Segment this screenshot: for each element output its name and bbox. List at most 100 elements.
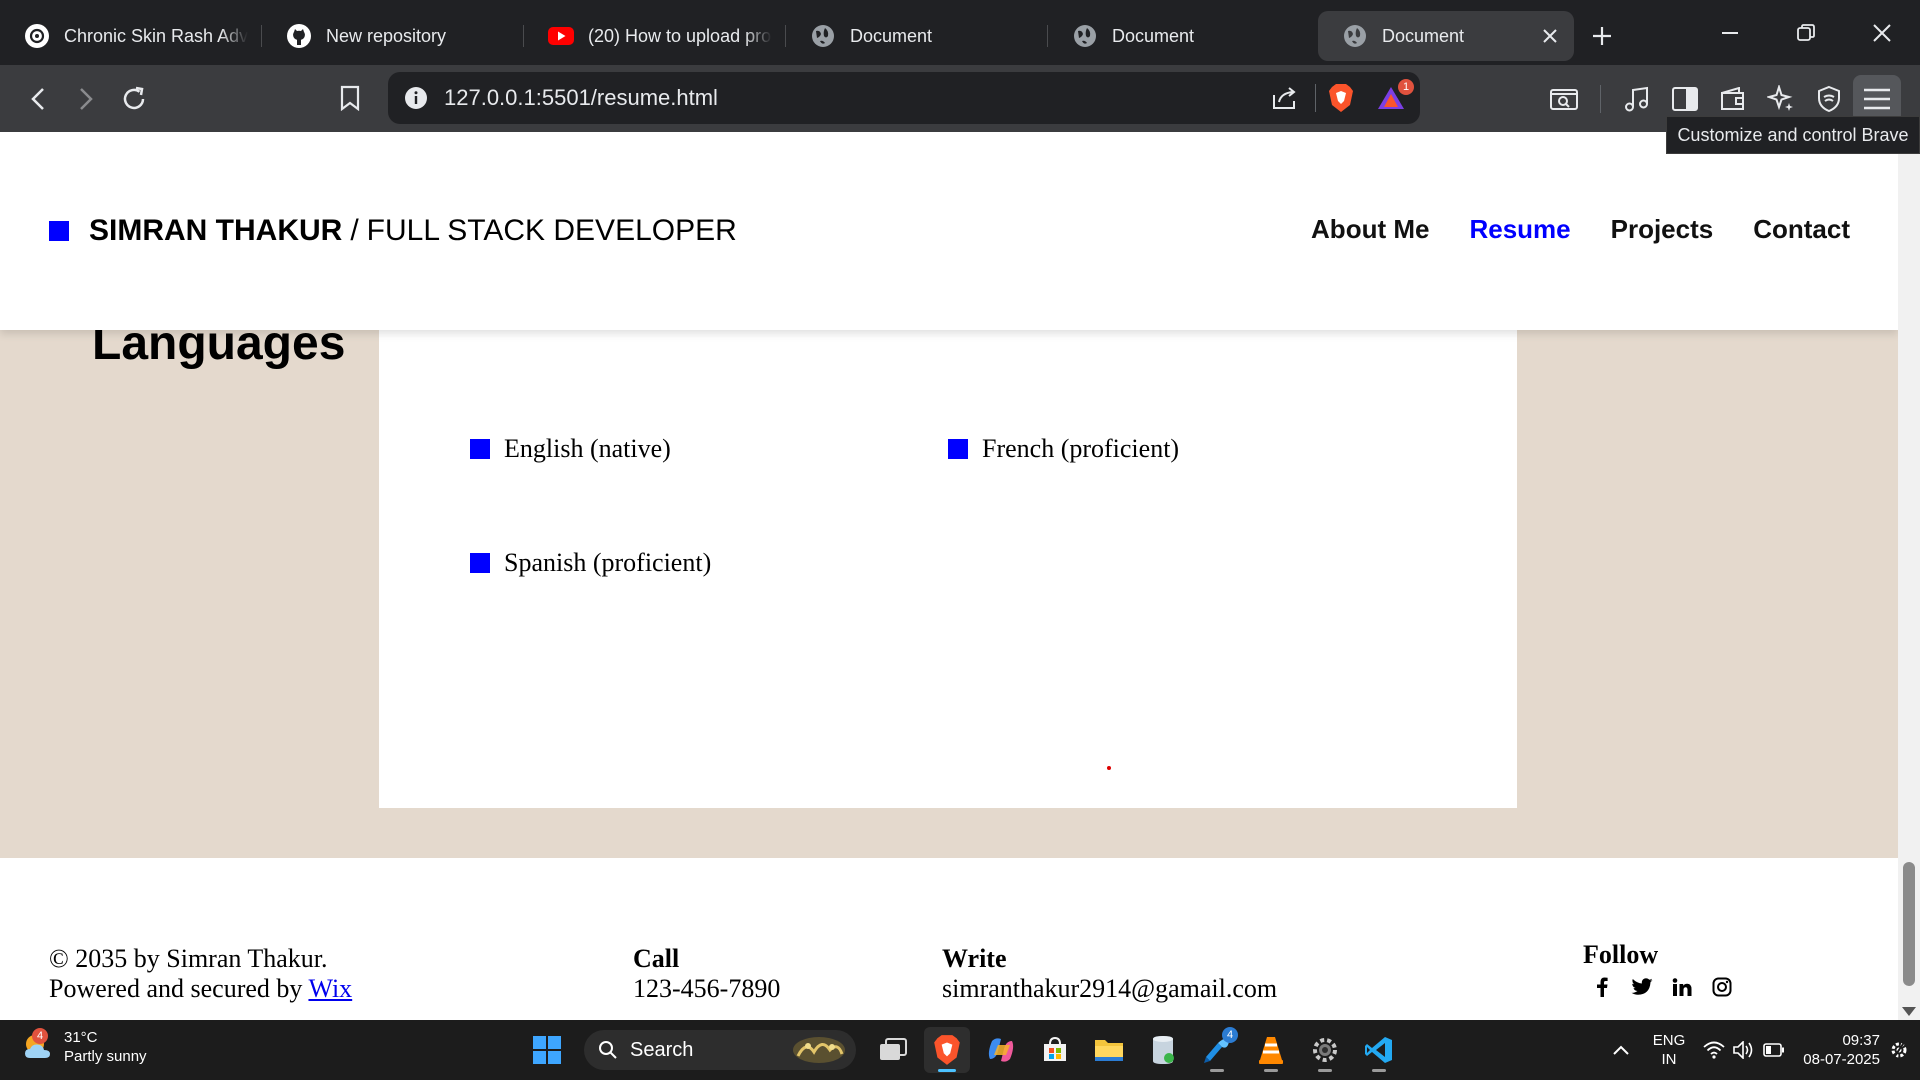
running-indicator	[1264, 1069, 1278, 1072]
tab-title: (20) How to upload pro	[588, 25, 772, 46]
page-scrollbar[interactable]	[1898, 132, 1920, 1020]
new-tab-button[interactable]	[1574, 11, 1630, 61]
address-bar-actions: 1	[1271, 72, 1420, 124]
volume-icon[interactable]	[1733, 1041, 1755, 1059]
tab-document-2[interactable]: Document	[1048, 11, 1310, 61]
brand-square	[49, 221, 69, 241]
media-music-icon[interactable]	[1613, 75, 1661, 123]
wifi-icon[interactable]	[1703, 1041, 1725, 1059]
close-tab-icon[interactable]	[1540, 26, 1560, 46]
forward-button[interactable]	[62, 75, 110, 123]
powered-by-text: Powered and secured by	[49, 974, 303, 1003]
running-indicator	[1210, 1069, 1224, 1072]
clock-date: 08-07-2025	[1803, 1051, 1880, 1068]
tab-new-repository[interactable]: New repository	[262, 11, 524, 61]
storage-app-icon[interactable]	[1140, 1027, 1186, 1073]
scrollbar-thumb[interactable]	[1903, 862, 1915, 986]
bookmark-icon[interactable]	[326, 74, 374, 122]
brave-shields-icon[interactable]	[1328, 83, 1354, 113]
bullet-square	[948, 439, 968, 459]
scroll-down-arrow-icon[interactable]	[1902, 1007, 1916, 1016]
windows-taskbar: 4 31°C Partly sunny Search 4 ENG IN 09:3…	[0, 1020, 1920, 1080]
minimize-button[interactable]	[1692, 0, 1768, 65]
browser-toolbar: 127.0.0.1:5501/resume.html 1	[0, 65, 1920, 132]
tab-title: Document	[1382, 25, 1465, 46]
taskbar-search[interactable]: Search	[584, 1030, 856, 1070]
file-explorer-icon[interactable]	[1086, 1027, 1132, 1073]
page-viewport: Languages English (native) French (profi…	[0, 132, 1898, 1020]
task-view-icon[interactable]	[870, 1027, 916, 1073]
tab-document-active[interactable]: Document	[1318, 11, 1574, 61]
powered-by-line: Powered and secured by Wix	[49, 974, 352, 1004]
site-info-icon[interactable]	[404, 86, 428, 110]
restore-button[interactable]	[1768, 0, 1844, 65]
address-bar[interactable]: 127.0.0.1:5501/resume.html 1	[388, 72, 1420, 124]
site-brand[interactable]: SIMRAN THAKUR / FULL STACK DEVELOPER	[49, 214, 737, 248]
bullet-square	[470, 553, 490, 573]
tab-youtube[interactable]: (20) How to upload pro	[524, 11, 786, 61]
reload-button[interactable]	[110, 75, 158, 123]
write-heading: Write	[942, 944, 1007, 973]
language-label: French (proficient)	[982, 434, 1180, 463]
taskbar-apps: Search 4	[524, 1026, 1402, 1074]
language-label: Spanish (proficient)	[504, 548, 712, 577]
rewards-badge: 1	[1398, 79, 1414, 95]
vlc-icon[interactable]	[1248, 1027, 1294, 1073]
share-icon[interactable]	[1271, 85, 1299, 111]
social-links	[1591, 976, 1733, 998]
brand-separator: /	[350, 214, 359, 247]
tab-chronic-skin-rash[interactable]: Chronic Skin Rash Advi	[0, 11, 262, 61]
clock[interactable]: 09:37 08-07-2025	[1803, 1031, 1880, 1069]
globe-icon	[1072, 23, 1098, 49]
footer-write: Write simranthakur2914@gamail.com	[942, 944, 1277, 1004]
chevron-up-icon[interactable]	[1613, 1045, 1629, 1055]
brave-rewards-icon[interactable]: 1	[1376, 79, 1414, 111]
vscode-icon[interactable]	[1356, 1027, 1402, 1073]
linkedin-icon[interactable]	[1671, 976, 1693, 998]
call-value: 123-456-7890	[633, 974, 781, 1003]
chatgpt-icon	[24, 23, 50, 49]
start-button[interactable]	[524, 1027, 570, 1073]
search-highlight-icon	[790, 1034, 848, 1066]
brave-taskbar-icon[interactable]	[924, 1027, 970, 1073]
back-button[interactable]	[14, 75, 62, 123]
partly-sunny-icon: 4	[22, 1028, 54, 1062]
follow-heading: Follow	[1583, 940, 1659, 969]
battery-icon[interactable]	[1763, 1043, 1785, 1057]
url-text: 127.0.0.1:5501/resume.html	[444, 85, 718, 110]
twitter-icon[interactable]	[1631, 976, 1653, 998]
language-item-english: English (native)	[470, 434, 671, 464]
settings-gear-icon[interactable]	[1302, 1027, 1348, 1073]
call-heading: Call	[633, 944, 680, 973]
running-indicator	[1318, 1069, 1332, 1072]
wix-link[interactable]: Wix	[308, 974, 352, 1003]
notification-gear-icon[interactable]	[1890, 1040, 1908, 1060]
tab-title: Document	[850, 25, 933, 46]
instagram-icon[interactable]	[1711, 976, 1733, 998]
copyright-text: © 2035 by Simran Thakur.	[49, 944, 328, 973]
copilot-icon[interactable]	[978, 1027, 1024, 1073]
input-language[interactable]: ENG IN	[1653, 1031, 1686, 1069]
window-controls	[1692, 0, 1920, 65]
weather-desc: Partly sunny	[64, 1048, 147, 1065]
tab-document-1[interactable]: Document	[786, 11, 1048, 61]
languages-card	[379, 272, 1517, 808]
lang-top: ENG	[1652, 1032, 1686, 1049]
running-indicator	[938, 1069, 956, 1072]
facebook-icon[interactable]	[1591, 976, 1613, 998]
tab-title: Document	[1112, 25, 1195, 46]
nav-resume[interactable]: Resume	[1469, 214, 1570, 245]
close-window-button[interactable]	[1844, 0, 1920, 65]
weather-badge: 4	[32, 1028, 48, 1044]
nav-projects[interactable]: Projects	[1611, 214, 1714, 245]
page-search-icon[interactable]	[1540, 75, 1588, 123]
microsoft-store-icon[interactable]	[1032, 1027, 1078, 1073]
bullet-square	[470, 439, 490, 459]
nav-contact[interactable]: Contact	[1753, 214, 1850, 245]
edge-dev-icon[interactable]: 4	[1194, 1027, 1240, 1073]
nav-about-me[interactable]: About Me	[1311, 214, 1429, 245]
tab-strip: Chronic Skin Rash Advi New repository (2…	[0, 0, 1920, 65]
system-tray: ENG IN 09:37 08-07-2025	[1613, 1020, 1920, 1080]
github-icon	[286, 23, 312, 49]
weather-widget[interactable]: 4 31°C Partly sunny	[22, 1028, 147, 1066]
